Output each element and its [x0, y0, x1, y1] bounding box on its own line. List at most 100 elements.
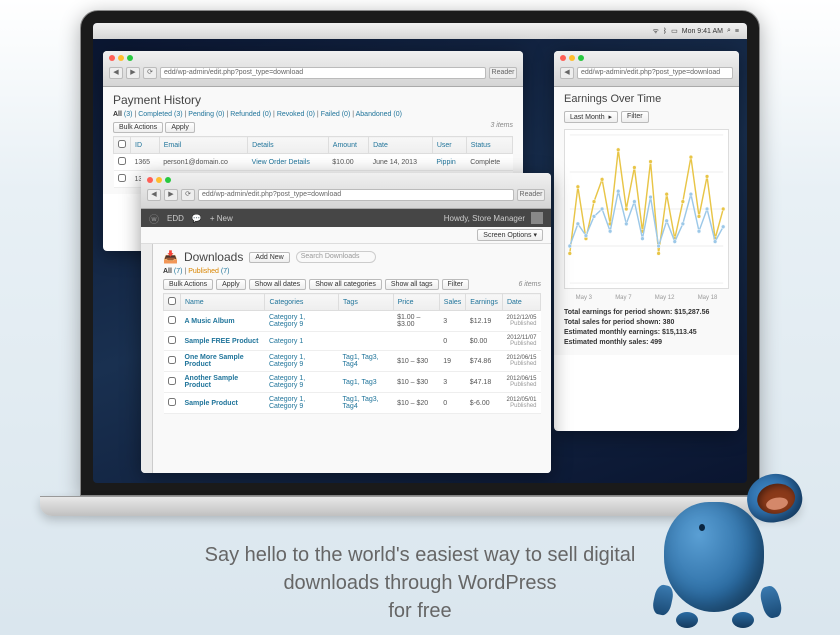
stat-est-earnings: Estimated monthly earnings: $15,113.45 — [564, 329, 729, 336]
close-icon[interactable] — [109, 55, 115, 61]
window-earnings: ◀ edd/wp-admin/edit.php?post_type=downlo… — [554, 51, 739, 431]
screen-options-button[interactable]: Screen Options ▾ — [477, 229, 543, 241]
row-checkbox[interactable] — [168, 336, 176, 344]
col-email[interactable]: Email — [159, 137, 247, 154]
maximize-icon[interactable] — [578, 55, 584, 61]
wp-new-menu[interactable]: + New — [210, 214, 233, 223]
reload-button[interactable]: ⟳ — [181, 189, 195, 201]
items-count: 6 items — [518, 281, 541, 288]
row-checkbox[interactable] — [168, 356, 176, 364]
table-row: Sample FREE Product Category 1 0$0.00 20… — [164, 332, 541, 351]
filter-button[interactable]: Filter — [621, 111, 649, 123]
maximize-icon[interactable] — [165, 177, 171, 183]
url-field[interactable]: edd/wp-admin/edit.php?post_type=download — [577, 67, 733, 79]
macos-menubar: ᯤ ᛒ ▭ Mon 9:41 AM ⌕ ≡ — [93, 23, 747, 39]
minimize-icon[interactable] — [569, 55, 575, 61]
mascot-character — [650, 480, 790, 630]
url-field[interactable]: edd/wp-admin/edit.php?post_type=download — [198, 189, 514, 201]
product-link[interactable]: Sample Product — [181, 393, 265, 414]
bulk-actions-select[interactable]: Bulk Actions — [113, 122, 163, 133]
col-categories[interactable]: Categories — [265, 294, 339, 311]
tags-select[interactable]: Show all tags — [385, 279, 439, 290]
col-id[interactable]: ID — [131, 137, 160, 154]
row-checkbox[interactable] — [168, 316, 176, 324]
product-link[interactable]: Another Sample Product — [181, 372, 265, 393]
filter-button[interactable]: Filter — [442, 279, 470, 290]
col-status[interactable]: Status — [466, 137, 512, 154]
col-earnings[interactable]: Earnings — [466, 294, 503, 311]
status-tabs: All (3) | Completed (3) | Pending (0) | … — [113, 111, 513, 118]
tab-all[interactable]: All — [113, 111, 122, 118]
forward-button[interactable]: ▶ — [164, 189, 178, 201]
menu-icon: ≡ — [735, 28, 739, 35]
col-details[interactable]: Details — [248, 137, 329, 154]
minimize-icon[interactable] — [156, 177, 162, 183]
stat-total-earnings: Total earnings for period shown: $15,287… — [564, 309, 729, 316]
reload-button[interactable]: ⟳ — [143, 67, 157, 79]
row-checkbox[interactable] — [168, 398, 176, 406]
wp-admin-bar: ⓦ EDD 💬 + New Howdy, Store Manager — [141, 209, 551, 227]
apply-button[interactable]: Apply — [165, 122, 195, 133]
tab-failed[interactable]: Failed — [321, 111, 340, 118]
col-date[interactable]: Date — [369, 137, 433, 154]
chart-x-axis: May 3May 7May 12May 18 — [564, 295, 729, 301]
apply-button[interactable]: Apply — [216, 279, 246, 290]
col-date[interactable]: Date — [502, 294, 540, 311]
product-link[interactable]: A Music Album — [181, 311, 265, 332]
table-row: One More Sample Product Category 1, Cate… — [164, 351, 541, 372]
product-link[interactable]: Sample FREE Product — [181, 332, 265, 351]
forward-button[interactable]: ▶ — [126, 67, 140, 79]
col-amount[interactable]: Amount — [328, 137, 368, 154]
wp-howdy[interactable]: Howdy, Store Manager — [444, 214, 525, 223]
tab-completed[interactable]: Completed — [138, 111, 172, 118]
reader-button[interactable]: Reader — [517, 189, 545, 201]
url-field[interactable]: edd/wp-admin/edit.php?post_type=download — [160, 67, 486, 79]
maximize-icon[interactable] — [127, 55, 133, 61]
tab-published[interactable]: Published — [188, 268, 219, 275]
tab-pending[interactable]: Pending — [188, 111, 214, 118]
add-new-button[interactable]: Add New — [249, 252, 289, 263]
page-title: Payment History — [113, 93, 513, 107]
row-checkbox[interactable] — [118, 174, 126, 182]
view-details-link[interactable]: View Order Details — [248, 154, 329, 171]
wp-comments-icon[interactable]: 💬 — [192, 214, 202, 223]
col-user[interactable]: User — [432, 137, 466, 154]
dates-select[interactable]: Show all dates — [249, 279, 307, 290]
product-link[interactable]: One More Sample Product — [181, 351, 265, 372]
tab-all[interactable]: All — [163, 268, 172, 275]
wp-sidebar[interactable] — [141, 244, 153, 473]
tab-revoked[interactable]: Revoked — [277, 111, 305, 118]
bulk-actions-select[interactable]: Bulk Actions — [163, 279, 213, 290]
close-icon[interactable] — [560, 55, 566, 61]
tab-abandoned[interactable]: Abandoned — [356, 111, 392, 118]
categories-select[interactable]: Show all categories — [309, 279, 382, 290]
table-row: Another Sample Product Category 1, Categ… — [164, 372, 541, 393]
row-checkbox[interactable] — [168, 377, 176, 385]
tab-refunded[interactable]: Refunded — [230, 111, 260, 118]
reader-button[interactable]: Reader — [489, 67, 517, 79]
laptop-mockup: ᯤ ᛒ ▭ Mon 9:41 AM ⌕ ≡ ◀ ▶ ⟳ edd/wp-admin — [80, 10, 760, 516]
search-input[interactable]: Search Downloads — [296, 251, 376, 263]
stat-est-sales: Estimated monthly sales: 499 — [564, 339, 729, 346]
earnings-chart — [564, 129, 729, 289]
battery-icon: ▭ — [671, 27, 678, 35]
wifi-icon: ᯤ — [653, 27, 659, 36]
col-tags[interactable]: Tags — [339, 294, 394, 311]
wp-site-menu[interactable]: EDD — [167, 214, 184, 223]
col-name[interactable]: Name — [181, 294, 265, 311]
bluetooth-icon: ᛒ — [663, 28, 667, 35]
wordpress-icon[interactable]: ⓦ — [149, 211, 159, 226]
back-button[interactable]: ◀ — [147, 189, 161, 201]
col-sales[interactable]: Sales — [439, 294, 466, 311]
row-checkbox[interactable] — [118, 157, 126, 165]
minimize-icon[interactable] — [118, 55, 124, 61]
avatar-icon[interactable] — [531, 212, 543, 224]
select-all-checkbox[interactable] — [168, 297, 176, 305]
col-price[interactable]: Price — [393, 294, 439, 311]
close-icon[interactable] — [147, 177, 153, 183]
select-all-checkbox[interactable] — [118, 140, 126, 148]
period-select[interactable]: Last Month ▸ — [564, 111, 618, 123]
back-button[interactable]: ◀ — [109, 67, 123, 79]
back-button[interactable]: ◀ — [560, 67, 574, 79]
stat-total-sales: Total sales for period shown: 380 — [564, 319, 729, 326]
